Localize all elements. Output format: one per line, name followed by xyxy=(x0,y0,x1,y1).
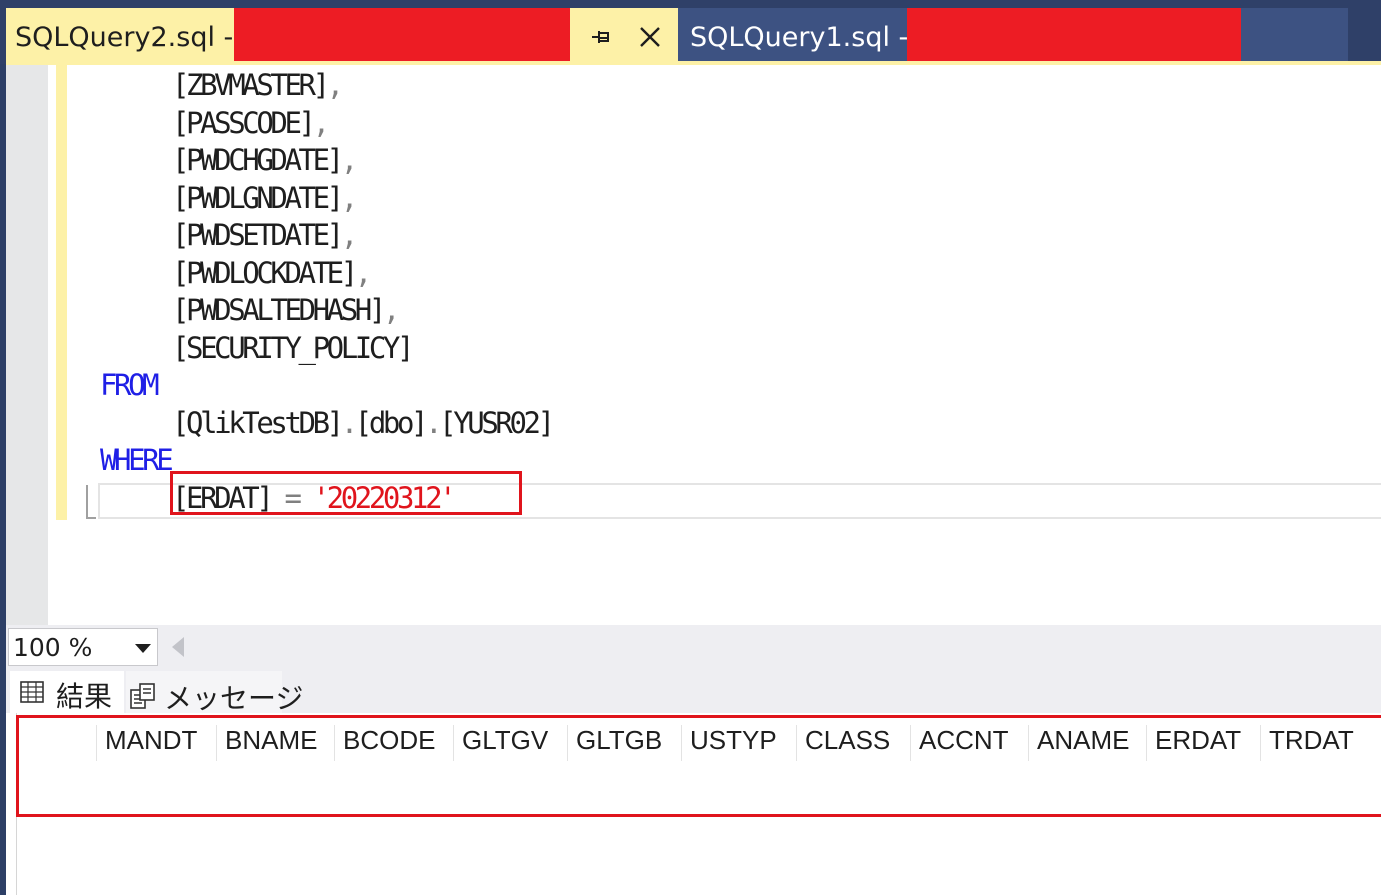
sql-identifier: [PWDSALTEDHASH] xyxy=(172,293,386,327)
sql-punctuation: , xyxy=(354,255,372,290)
sql-identifier: [YUSR02] xyxy=(439,405,555,440)
sql-punctuation: , xyxy=(312,105,330,140)
outlining-tick xyxy=(86,517,96,519)
tab-sqlquery2[interactable]: SQLQuery2.sql - xyxy=(6,8,678,64)
tab-messages-label: メッセージ xyxy=(164,682,304,715)
redaction-box xyxy=(907,8,1241,64)
sql-punctuation: . xyxy=(425,405,442,440)
tab-title: SQLQuery2.sql - xyxy=(15,22,234,53)
sql-punctuation: , xyxy=(326,68,344,102)
tab-title: SQLQuery1.sql - xyxy=(690,22,909,53)
sql-keyword: FROM xyxy=(100,368,160,402)
sql-identifier: [ZBVMASTER] xyxy=(172,68,330,102)
tab-results-label: 結果 xyxy=(56,680,113,713)
sql-punctuation: , xyxy=(340,143,358,177)
sql-identifier: [PWDLOCKDATE] xyxy=(172,255,358,290)
zoom-value: 100 % xyxy=(13,633,93,662)
sql-identifier: [PWDLGNDATE] xyxy=(172,180,344,215)
messages-icon xyxy=(130,683,156,713)
code-line[interactable]: [PWDCHGDATE], xyxy=(172,141,358,179)
tab-messages[interactable]: メッセージ xyxy=(126,671,303,715)
glyph-margin xyxy=(6,65,48,625)
chevron-down-icon[interactable] xyxy=(135,644,151,653)
sql-identifier: [SECURITY_POLICY] xyxy=(172,330,414,365)
redaction-box xyxy=(234,8,570,64)
code-line[interactable]: [PWDLGNDATE], xyxy=(172,179,358,217)
change-tracking-bar xyxy=(56,65,67,520)
sql-keyword: WHERE xyxy=(100,443,174,477)
code-line[interactable]: [PWDSALTEDHASH], xyxy=(172,291,400,329)
sql-punctuation: . xyxy=(340,405,358,440)
code-line[interactable]: [PWDLOCKDATE], xyxy=(172,254,372,292)
sql-identifier: [QlikTestDB] xyxy=(172,405,344,440)
empty-results-highlight xyxy=(16,715,1381,817)
code-line[interactable]: [PWDSETDATE], xyxy=(172,216,358,254)
sql-identifier: [PASSCODE] xyxy=(172,105,316,140)
sql-identifier: [dbo] xyxy=(354,405,429,440)
tab-sqlquery1[interactable]: SQLQuery1.sql - xyxy=(678,8,1348,64)
zoom-bar: 100 % xyxy=(6,625,1381,671)
code-line[interactable]: [ZBVMASTER], xyxy=(172,66,344,104)
pin-icon[interactable] xyxy=(584,22,618,52)
results-grid[interactable]: MANDT BNAME BCODE GLTGV GLTGB USTYP CLASS ACCNT… xyxy=(6,713,1381,895)
tab-results[interactable]: 結果 xyxy=(10,671,124,713)
scroll-left-icon[interactable] xyxy=(172,637,184,657)
where-condition-highlight xyxy=(170,471,522,515)
code-line[interactable]: [SECURITY_POLICY] xyxy=(172,329,414,367)
code-line[interactable]: WHERE xyxy=(100,441,174,479)
sql-punctuation: , xyxy=(340,180,358,215)
sql-identifier: [PWDCHGDATE] xyxy=(172,143,344,177)
code-line[interactable]: [PASSCODE], xyxy=(172,104,330,142)
code-line[interactable]: [QlikTestDB].[dbo].[YUSR02] xyxy=(172,404,555,442)
close-icon[interactable] xyxy=(633,22,667,52)
results-tab-bar: 結果 メッセージ xyxy=(6,671,1381,715)
code-line[interactable]: FROM xyxy=(100,366,160,404)
sql-punctuation: , xyxy=(340,218,358,252)
sql-punctuation: , xyxy=(382,293,400,327)
sql-editor[interactable]: [ZBVMASTER], [PASSCODE], [PWDCHGDATE], [PWD… xyxy=(6,65,1381,625)
grid-icon xyxy=(20,681,44,707)
outlining-line xyxy=(86,485,88,519)
zoom-dropdown[interactable]: 100 % xyxy=(8,628,158,666)
document-tab-strip: SQLQuery2.sql - SQLQuery1.sql - xyxy=(0,0,1381,65)
sql-identifier: [PWDSETDATE] xyxy=(172,218,344,252)
